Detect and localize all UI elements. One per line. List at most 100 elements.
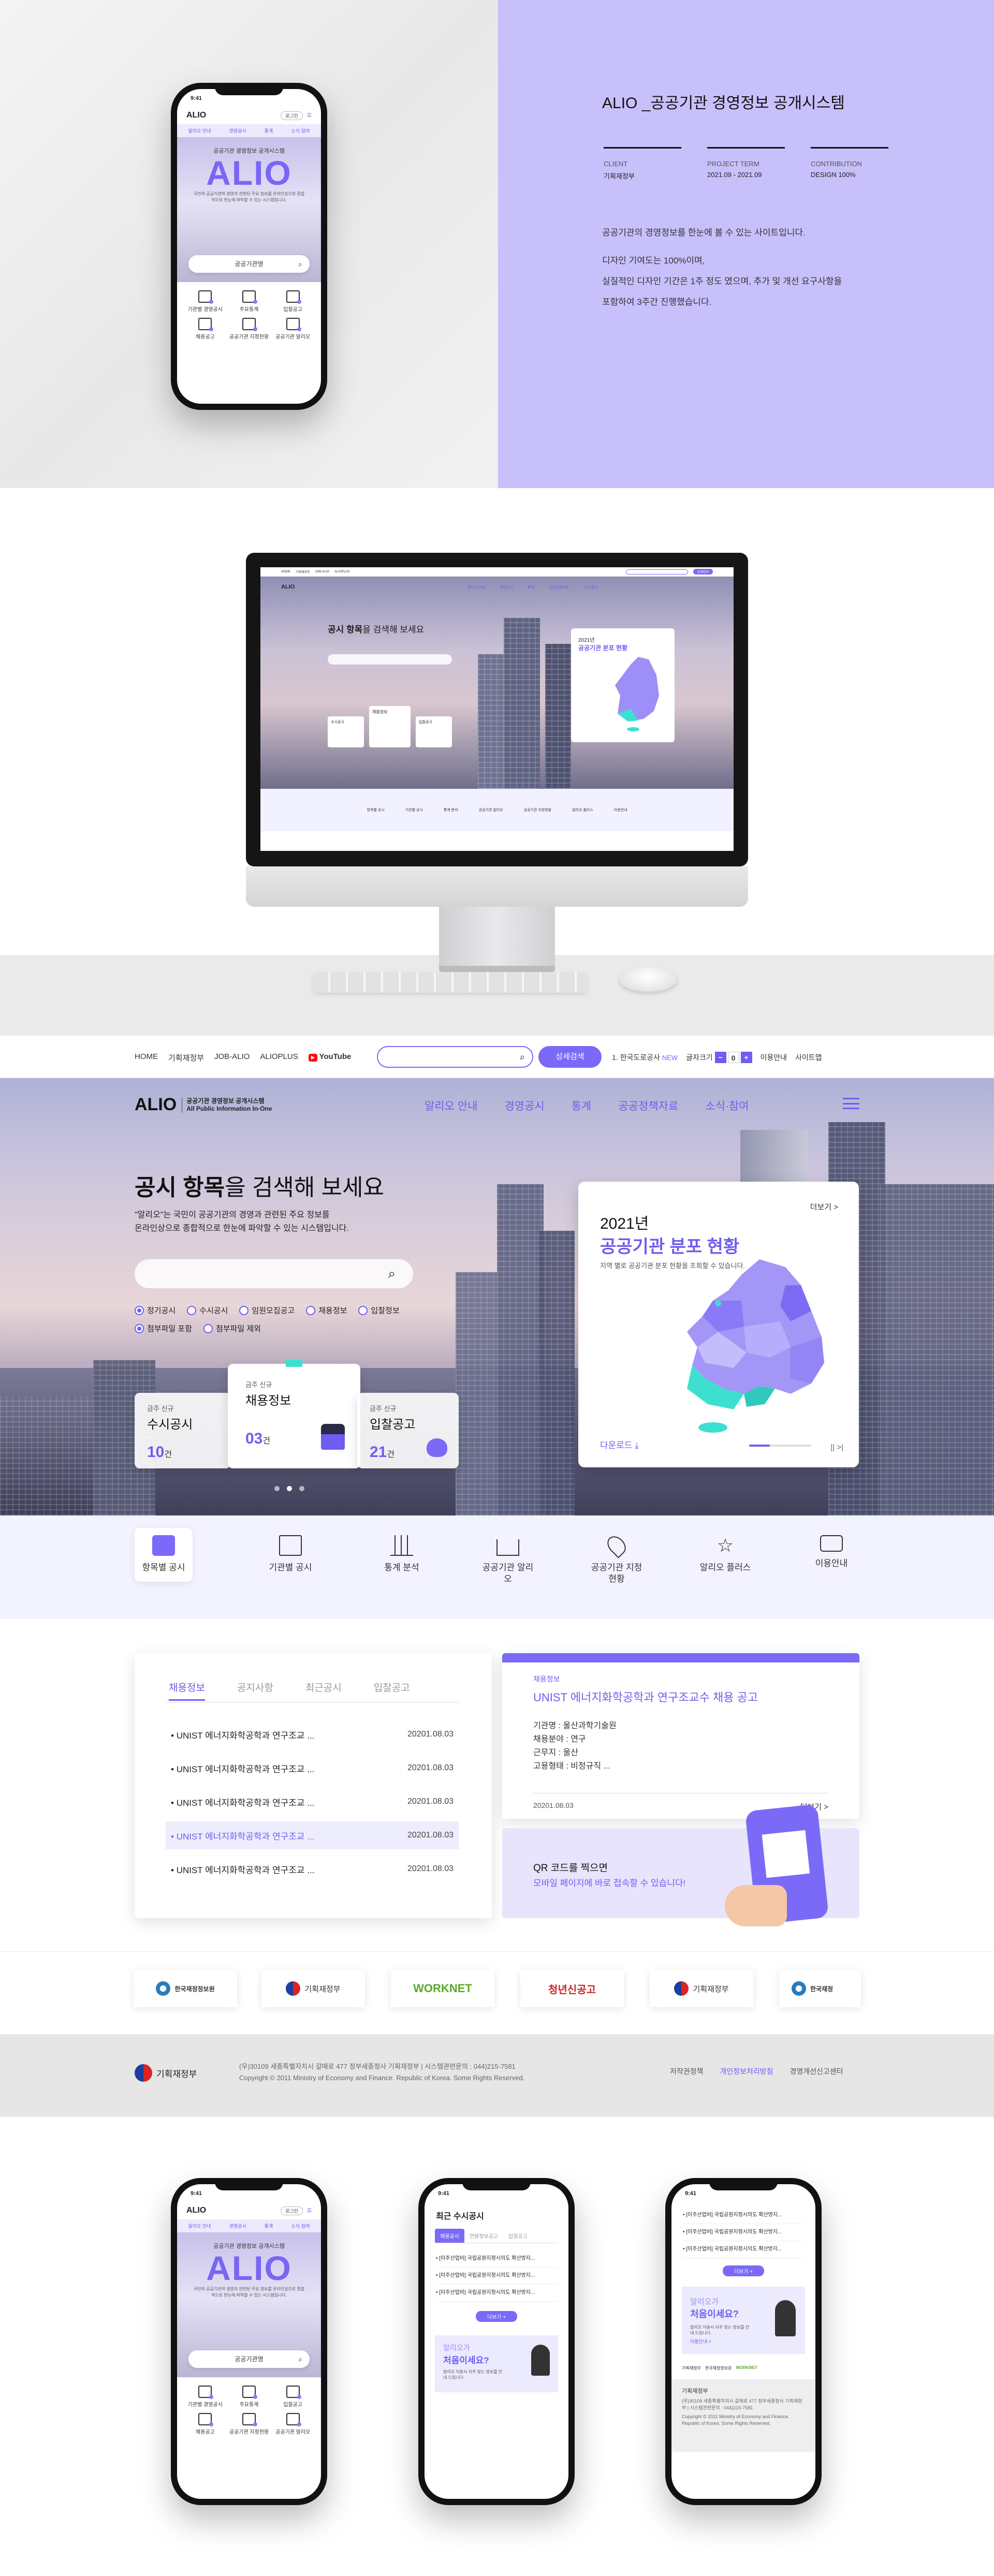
footer-link-privacy[interactable]: 개인정보처리방침 (720, 2066, 773, 2077)
list-item[interactable]: • [이주산업비] 국립공원지정시의도 확산방지... (683, 2224, 804, 2241)
menu-icon[interactable]: ☰ (307, 2208, 312, 2214)
filter-bid[interactable]: 입찰정보 (358, 1305, 400, 1316)
mobile-nav-item[interactable]: 경영공시 (229, 127, 246, 134)
partner-logo[interactable]: 한국재정 (779, 1970, 861, 2007)
korea-map[interactable] (656, 1254, 853, 1440)
mobile-nav-item[interactable]: 통계 (265, 127, 273, 134)
mobile-tab[interactable]: 입찰공고 (503, 2229, 533, 2243)
table-row[interactable]: • UNIST 에너지화학공학과 연구조교 ... 20201.08.03 (166, 1821, 459, 1849)
map-play-controls[interactable]: || >| (830, 1443, 843, 1452)
table-row[interactable]: • UNIST 에너지화학공학과 연구조교 ... 20201.08.03 (166, 1788, 459, 1816)
nav-disclosure[interactable]: 경영공시 (504, 1098, 544, 1113)
filter-occasional[interactable]: 수시공시 (187, 1305, 228, 1316)
org-select[interactable]: 1. 한국도로공사 NEW (612, 1052, 678, 1063)
stat-card-occasional[interactable]: 금주 신규 수시공시 10건 (135, 1393, 231, 1468)
mobile-guide-banner[interactable]: 알리오가 처음이세요? 알리오 이용시 자주 찾는 정보를 안내 드립니다. (435, 2335, 558, 2392)
mobile-quick-item[interactable]: 채용공고 (183, 2413, 227, 2435)
map-download-link[interactable]: 다운로드 ⤓ (600, 1438, 639, 1451)
quick-item-by-item[interactable]: 항목별 공시 (135, 1528, 193, 1582)
job-detail-card[interactable]: 채용정보 UNIST 에너지화학공학과 연구조교수 채용 공고 기관명 : 울산… (502, 1653, 859, 1819)
mobile-quick-item[interactable]: 공공기관 지정현황 (227, 318, 271, 340)
mobile-more-button[interactable]: 더보기 + (476, 2311, 517, 2322)
mobile-quick-item[interactable]: 입찰공고 (271, 2386, 315, 2408)
list-item[interactable]: • [이주산업비] 국립공원지정시의도 확산방지... (436, 2250, 557, 2268)
mobile-search-input[interactable]: 공공기관명 ⌕ (188, 255, 310, 273)
quick-item-guide[interactable]: 이용안내 (802, 1535, 860, 1569)
stat-card-recruit[interactable]: 금주 신규 채용정보 03건 (228, 1360, 360, 1468)
link-moef[interactable]: 기획재정부 (168, 1052, 204, 1063)
table-row[interactable]: • UNIST 에너지화학공학과 연구조교 ... 20201.08.03 (166, 1720, 459, 1748)
partner-logo[interactable]: 한국재정정보원 (134, 1970, 237, 2007)
detail-search-button[interactable]: 상세검색 (538, 1046, 602, 1068)
search-icon[interactable]: ⌕ (388, 1265, 396, 1282)
quick-item-by-org[interactable]: 기관별 공시 (261, 1535, 319, 1573)
mobile-nav-item[interactable]: 알리오 안내 (188, 127, 211, 134)
tab-recruit[interactable]: 채용정보 (169, 1680, 205, 1701)
font-minus-button[interactable]: − (714, 1052, 726, 1063)
nav-about[interactable]: 알리오 안내 (425, 1098, 477, 1113)
nav-stats[interactable]: 통계 (572, 1098, 592, 1113)
menu-icon[interactable] (843, 1098, 859, 1109)
mobile-quick-item[interactable]: 입찰공고 (271, 290, 315, 313)
mobile-quick-item[interactable]: 공공기관 알리오 (271, 2413, 315, 2435)
filter-recruit[interactable]: 채용정보 (306, 1305, 347, 1316)
footer-link-copyright[interactable]: 저작권정책 (670, 2066, 703, 2077)
mobile-logo[interactable]: ALIO (186, 111, 206, 120)
mobile-guide-banner[interactable]: 알리오가 처음이세요? 알리오 이용시 자주 찾는 정보를 안내 드립니다. 이… (682, 2287, 805, 2354)
mobile-quick-item[interactable]: 기관별 경영공시 (183, 290, 227, 313)
list-item[interactable]: • [이주산업비] 국립공원지정시의도 확산방지... (436, 2285, 557, 2302)
link-alioplus[interactable]: ALIOPLUS (260, 1052, 298, 1063)
mobile-quick-item[interactable]: 공공기관 알리오 (271, 318, 315, 340)
job-title[interactable]: UNIST 에너지화학공학과 연구조교수 채용 공고 (533, 1688, 758, 1705)
search-icon[interactable]: ⌕ (520, 1052, 525, 1063)
table-row[interactable]: • UNIST 에너지화학공학과 연구조교 ... 20201.08.03 (166, 1855, 459, 1883)
quick-item-designation[interactable]: 공공기관 지정현황 (588, 1533, 646, 1585)
quick-item-stats[interactable]: 통계 분석 (373, 1535, 431, 1573)
mobile-login[interactable]: 로그인 (281, 111, 303, 120)
filter-executive[interactable]: 임원모집공고 (239, 1305, 295, 1316)
mobile-quick-item[interactable]: 기관별 경영공시 (183, 2386, 227, 2408)
mobile-tab[interactable]: 연봉정보공고 (464, 2229, 503, 2243)
filter-attach-exclude[interactable]: 첨부파일 제외 (203, 1323, 261, 1334)
partner-logo[interactable]: WORKNET (391, 1970, 494, 2007)
mobile-quick-item[interactable]: 채용공고 (183, 318, 227, 340)
stat-card-bid[interactable]: 금주 신규 입찰공고 21건 (357, 1393, 459, 1468)
font-plus-button[interactable]: + (740, 1052, 752, 1063)
site-logo[interactable]: ALIO 공공기관 경영정보 공개시스템 All Public Informati… (135, 1095, 272, 1115)
filter-attach-include[interactable]: 첨부파일 포함 (135, 1323, 192, 1334)
link-sitemap[interactable]: 사이트맵 (795, 1052, 822, 1063)
pager-dot[interactable] (287, 1486, 292, 1491)
tab-bid[interactable]: 입찰공고 (374, 1680, 410, 1701)
mobile-quick-item[interactable]: 주요통계 (227, 290, 271, 313)
mobile-more-button[interactable]: 더보기 + (723, 2265, 764, 2276)
search-icon[interactable]: ⌕ (298, 2350, 302, 2368)
hero-search-input[interactable]: ⌕ (135, 1259, 413, 1288)
pager-dot[interactable] (274, 1486, 280, 1491)
mobile-login[interactable]: 로그인 (281, 2206, 303, 2215)
tab-notice[interactable]: 공지사항 (237, 1680, 273, 1701)
filter-regular[interactable]: 정기공시 (135, 1305, 176, 1316)
map-more-link[interactable]: 더보기 > (810, 1201, 838, 1212)
list-item[interactable]: • [이주산업비] 국립공원지정시의도 확산방지... (683, 2207, 804, 2224)
partner-logo[interactable]: 청년신공고 (520, 1970, 624, 2007)
link-home[interactable]: HOME (135, 1052, 158, 1063)
map-slider[interactable] (749, 1445, 811, 1447)
quick-item-plus[interactable]: ☆ 알리오 플러스 (696, 1535, 754, 1573)
quick-item-alio[interactable]: 공공기관 알리오 (479, 1535, 537, 1585)
nav-policy[interactable]: 공공정책자료 (618, 1098, 678, 1113)
search-icon[interactable]: ⌕ (298, 255, 302, 273)
list-item[interactable]: • [이주산업비] 국립공원지정시의도 확산방지... (683, 2241, 804, 2258)
top-search-input[interactable]: ⌕ (377, 1046, 533, 1068)
mobile-tab[interactable]: 채용공시 (435, 2229, 464, 2243)
partner-logo[interactable]: 기획재정부 (650, 1970, 753, 2007)
nav-news[interactable]: 소식·참여 (705, 1098, 749, 1113)
table-row[interactable]: • UNIST 에너지화학공학과 연구조교 ... 20201.08.03 (166, 1754, 459, 1782)
partner-logo[interactable]: 기획재정부 (261, 1970, 365, 2007)
link-job-alio[interactable]: JOB-ALIO (214, 1052, 250, 1063)
mobile-nav-item[interactable]: 소식·참여 (291, 127, 310, 134)
footer-link-report[interactable]: 경영개선신고센터 (790, 2066, 843, 2077)
mobile-search-input[interactable]: 공공기관명 ⌕ (188, 2350, 310, 2368)
link-youtube[interactable]: ▶ YouTube (308, 1052, 351, 1063)
mobile-quick-item[interactable]: 주요통계 (227, 2386, 271, 2408)
list-item[interactable]: • [이주산업비] 국립공원지정시의도 확산방지... (436, 2268, 557, 2285)
